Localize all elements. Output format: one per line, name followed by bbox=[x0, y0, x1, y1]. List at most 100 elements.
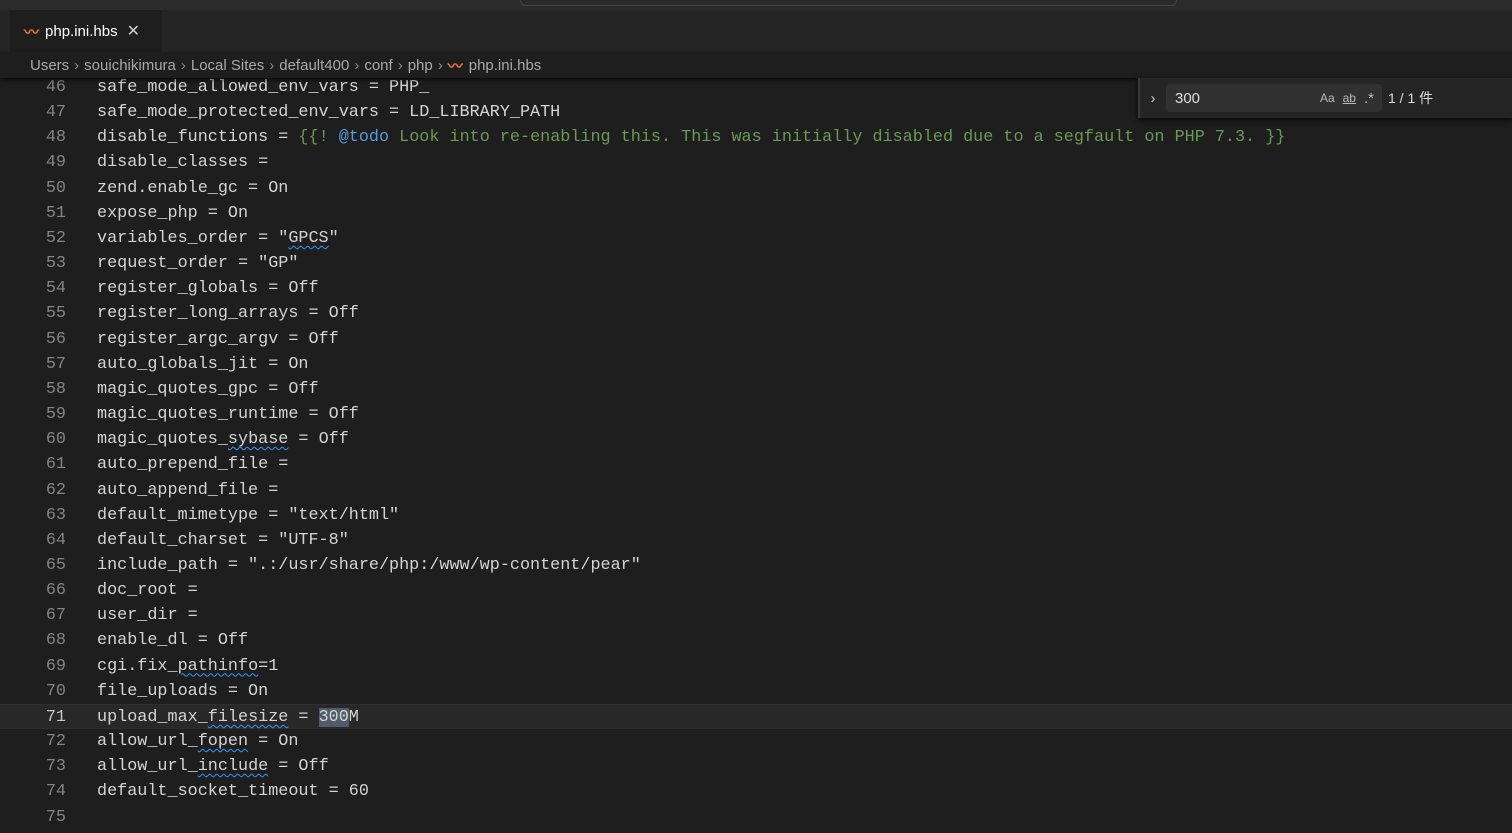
code-token: zend.enable_gc = On bbox=[97, 178, 289, 198]
code-token: safe_mode_protected_env_vars = LD_LIBRAR… bbox=[97, 103, 561, 123]
line-code: variables_order = "GPCS" bbox=[97, 226, 339, 251]
line-code: magic_quotes_gpc = Off bbox=[97, 377, 319, 402]
breadcrumb-item[interactable]: default400 bbox=[279, 57, 349, 74]
command-center[interactable] bbox=[520, 0, 1177, 6]
code-token: user_dir = bbox=[97, 606, 198, 626]
code-token: = On bbox=[248, 732, 299, 752]
code-token: M bbox=[348, 707, 359, 727]
code-line[interactable]: 54 register_globals = Off bbox=[0, 276, 1512, 301]
code-token: magic_quotes_runtime = Off bbox=[97, 405, 359, 425]
code-line[interactable]: 74 default_socket_timeout = 60 bbox=[0, 779, 1512, 804]
chevron-right-icon: › bbox=[437, 56, 443, 74]
toggle-replace-chevron-icon[interactable]: › bbox=[1140, 90, 1166, 107]
breadcrumb-item[interactable]: Users bbox=[30, 57, 69, 74]
line-number: 52 bbox=[45, 228, 66, 248]
breadcrumb-item[interactable]: conf bbox=[364, 57, 392, 74]
code-line[interactable]: 73 allow_url_include = Off bbox=[0, 754, 1512, 779]
code-token: {{! bbox=[298, 128, 339, 148]
code-token: magic_quotes_ bbox=[97, 430, 228, 450]
line-code: user_dir = bbox=[97, 603, 198, 628]
line-code: disable_functions = {{! @todo Look into … bbox=[97, 125, 1285, 150]
code-line[interactable]: 75 bbox=[0, 805, 1512, 830]
code-line[interactable]: 48 disable_functions = {{! @todo Look int… bbox=[0, 125, 1512, 150]
line-code: default_charset = "UTF-8" bbox=[97, 528, 349, 553]
code-line[interactable]: 62 auto_append_file = bbox=[0, 478, 1512, 503]
code-token: register_long_arrays = Off bbox=[97, 304, 359, 324]
code-token: pathinfo bbox=[177, 656, 259, 676]
code-line[interactable]: 50 zend.enable_gc = On bbox=[0, 176, 1512, 201]
code-line[interactable]: 58 magic_quotes_gpc = Off bbox=[0, 377, 1512, 402]
whole-word-button[interactable]: ab bbox=[1343, 91, 1356, 105]
code-token: allow_url_ bbox=[97, 732, 198, 752]
code-token: upload_max_ bbox=[97, 707, 208, 727]
code-line[interactable]: 60 magic_quotes_sybase = Off bbox=[0, 427, 1512, 452]
code-line[interactable]: 61 auto_prepend_file = bbox=[0, 452, 1512, 477]
code-line[interactable]: 67 user_dir = bbox=[0, 603, 1512, 628]
code-line[interactable]: 55 register_long_arrays = Off bbox=[0, 301, 1512, 326]
line-number: 46 bbox=[45, 78, 66, 97]
code-line[interactable]: 63 default_mimetype = "text/html" bbox=[0, 503, 1512, 528]
breadcrumb-item[interactable]: php.ini.hbs bbox=[469, 57, 542, 74]
code-line[interactable]: 66 doc_root = bbox=[0, 578, 1512, 603]
code-line[interactable]: 51 expose_php = On bbox=[0, 201, 1512, 226]
close-icon[interactable]: ✕ bbox=[127, 21, 140, 41]
code-token: Look into re-enabling this. This was ini… bbox=[389, 128, 1286, 148]
code-token: safe_mode_allowed_env_vars = PHP_ bbox=[97, 78, 430, 97]
tab-label: php.ini.hbs bbox=[45, 22, 118, 40]
code-line[interactable]: 52 variables_order = "GPCS" bbox=[0, 226, 1512, 251]
code-line[interactable]: 69 cgi.fix_pathinfo=1 bbox=[0, 654, 1512, 679]
match-count: 1 / 1 件 bbox=[1388, 90, 1434, 106]
code-token: request_order = "GP" bbox=[97, 254, 299, 274]
code-token: include_path = ".:/usr/share/php:/www/wp… bbox=[97, 555, 641, 575]
code-token: default_socket_timeout = 60 bbox=[97, 782, 369, 802]
line-number: 63 bbox=[45, 505, 66, 525]
code-token: expose_php = On bbox=[97, 203, 249, 223]
breadcrumb-item[interactable]: php bbox=[408, 57, 433, 74]
code-line[interactable]: 72 allow_url_fopen = On bbox=[0, 729, 1512, 754]
breadcrumb-item[interactable]: souichikimura bbox=[84, 57, 176, 74]
code-line[interactable]: 64 default_charset = "UTF-8" bbox=[0, 528, 1512, 553]
line-code: magic_quotes_sybase = Off bbox=[97, 427, 349, 452]
chevron-right-icon: › bbox=[180, 56, 186, 74]
code-line[interactable]: 49 disable_classes = bbox=[0, 150, 1512, 175]
code-editor[interactable]: 46 safe_mode_allowed_env_vars = PHP_ 47 saf… bbox=[0, 75, 1512, 830]
find-input-value[interactable]: 300 bbox=[1175, 90, 1320, 107]
code-line[interactable]: 59 magic_quotes_runtime = Off bbox=[0, 402, 1512, 427]
breadcrumb-item[interactable]: Local Sites bbox=[191, 57, 264, 74]
code-line[interactable]: 68 enable_dl = Off bbox=[0, 628, 1512, 653]
code-token: filesize bbox=[207, 707, 289, 727]
code-token: register_argc_argv = Off bbox=[97, 329, 339, 349]
line-code: register_long_arrays = Off bbox=[97, 301, 359, 326]
code-token: auto_append_file = bbox=[97, 480, 279, 500]
line-number: 65 bbox=[45, 555, 66, 575]
tab-php-ini-hbs[interactable]: 〰 php.ini.hbs ✕ bbox=[10, 10, 162, 52]
line-code: register_argc_argv = Off bbox=[97, 327, 339, 352]
match-case-button[interactable]: Aa bbox=[1320, 91, 1335, 105]
line-code: register_globals = Off bbox=[97, 276, 319, 301]
code-line[interactable]: 71 upload_max_filesize = 300M bbox=[0, 703, 1512, 730]
find-input[interactable]: 300 Aa ab .* bbox=[1166, 84, 1382, 112]
line-number: 68 bbox=[45, 631, 66, 651]
regex-button[interactable]: .* bbox=[1364, 90, 1374, 107]
line-code: auto_append_file = bbox=[97, 478, 278, 503]
line-number: 66 bbox=[45, 581, 66, 601]
line-code: cgi.fix_pathinfo=1 bbox=[97, 654, 278, 679]
code-token: default_mimetype = "text/html" bbox=[97, 505, 400, 525]
line-number: 56 bbox=[45, 329, 66, 349]
code-line[interactable]: 57 auto_globals_jit = On bbox=[0, 352, 1512, 377]
line-number: 53 bbox=[45, 254, 66, 274]
line-number: 74 bbox=[45, 782, 66, 802]
search-match: 300 bbox=[318, 707, 349, 727]
line-number: 72 bbox=[45, 732, 66, 752]
code-line[interactable]: 53 request_order = "GP" bbox=[0, 251, 1512, 276]
code-line[interactable]: 70 file_uploads = On bbox=[0, 679, 1512, 704]
line-code: auto_prepend_file = bbox=[97, 452, 288, 477]
title-bar bbox=[0, 0, 1512, 10]
code-line[interactable]: 65 include_path = ".:/usr/share/php:/www/… bbox=[0, 553, 1512, 578]
line-code: magic_quotes_runtime = Off bbox=[97, 402, 359, 427]
line-code: doc_root = bbox=[97, 578, 198, 603]
line-number: 61 bbox=[45, 455, 66, 475]
code-token: variables_order = " bbox=[97, 228, 289, 248]
line-code: zend.enable_gc = On bbox=[97, 176, 288, 201]
code-line[interactable]: 56 register_argc_argv = Off bbox=[0, 327, 1512, 352]
